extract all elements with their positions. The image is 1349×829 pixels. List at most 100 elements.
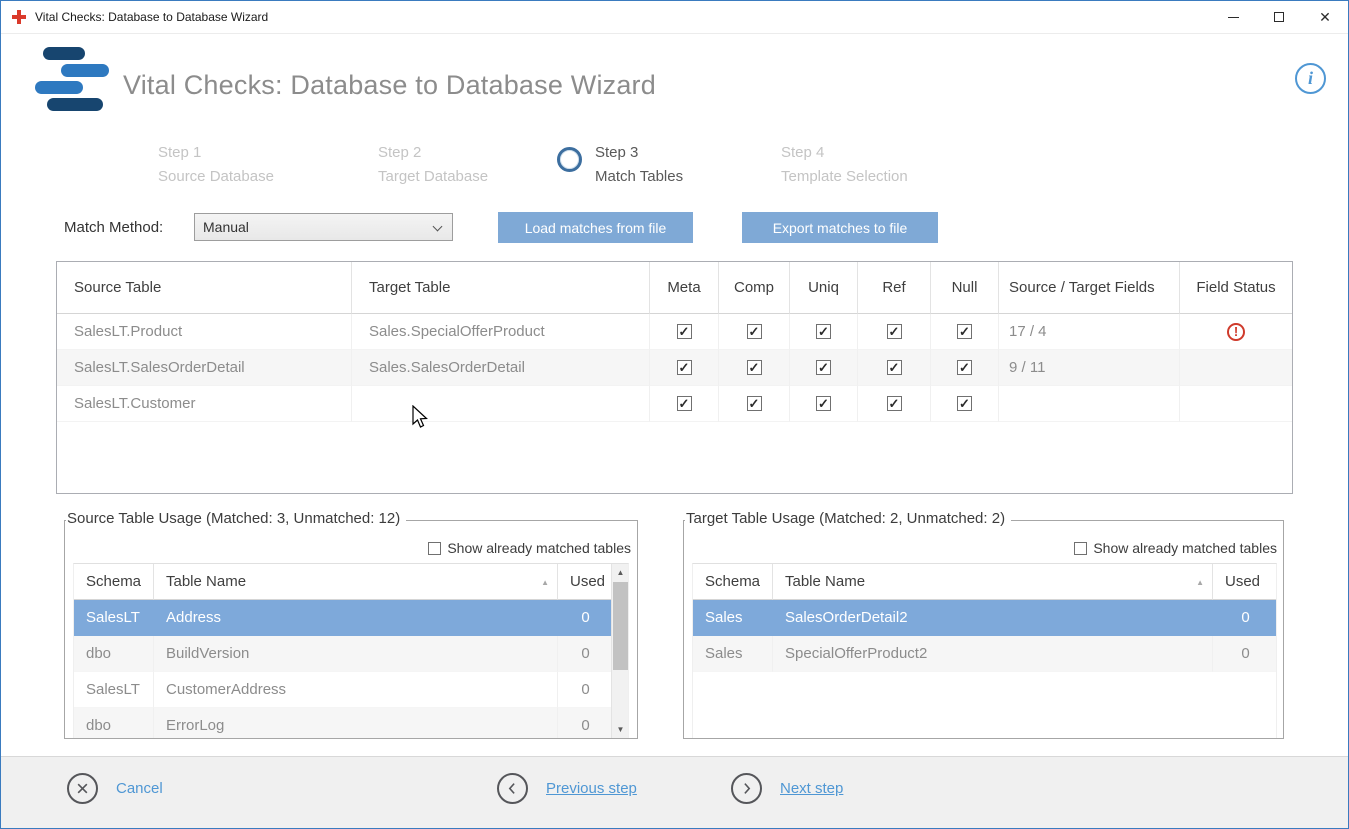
- scroll-down-icon[interactable]: ▼: [612, 721, 629, 738]
- match-method-dropdown[interactable]: Manual: [194, 213, 453, 241]
- step-4: Step 4 Template Selection: [781, 141, 908, 189]
- chevron-down-icon: [433, 222, 443, 232]
- col-uniq[interactable]: Uniq: [790, 262, 858, 314]
- previous-step-button[interactable]: Previous step: [497, 772, 637, 804]
- source-usage-title: Source Table Usage (Matched: 3, Unmatche…: [66, 510, 406, 527]
- null-checkbox[interactable]: [957, 360, 972, 375]
- target-table-cell[interactable]: Sales.SalesOrderDetail: [352, 350, 650, 386]
- schema-cell: Sales: [693, 600, 773, 636]
- meta-checkbox[interactable]: [677, 396, 692, 411]
- cancel-button[interactable]: Cancel: [67, 772, 163, 804]
- table-row[interactable]: SalesLT.Product Sales.SpecialOfferProduc…: [57, 314, 1292, 350]
- col-target-table[interactable]: Target Table: [352, 262, 650, 314]
- scrollbar-thumb[interactable]: [613, 582, 628, 670]
- step-label: Match Tables: [595, 165, 683, 189]
- table-row[interactable]: SalesLT.SalesOrderDetail Sales.SalesOrde…: [57, 350, 1292, 386]
- col-source-target-fields[interactable]: Source / Target Fields: [999, 262, 1180, 314]
- list-item[interactable]: SalesLT Address 0: [74, 600, 613, 636]
- match-table: Source Table Target Table Meta Comp Uniq…: [56, 261, 1293, 494]
- target-usage-panel: Target Table Usage (Matched: 2, Unmatche…: [683, 520, 1284, 739]
- col-null[interactable]: Null: [931, 262, 999, 314]
- source-table-cell[interactable]: SalesLT.Customer: [57, 386, 352, 422]
- uniq-checkbox[interactable]: [816, 324, 831, 339]
- meta-checkbox[interactable]: [677, 360, 692, 375]
- list-item[interactable]: dbo BuildVersion 0: [74, 636, 613, 672]
- chevron-left-icon: [497, 773, 528, 804]
- ref-checkbox[interactable]: [887, 360, 902, 375]
- target-table-cell[interactable]: Sales.SpecialOfferProduct: [352, 314, 650, 350]
- maximize-icon: [1274, 12, 1284, 22]
- table-name-cell: SpecialOfferProduct2: [773, 636, 1213, 672]
- ref-checkbox[interactable]: [887, 396, 902, 411]
- used-cell: 0: [558, 672, 613, 708]
- table-name-cell: SalesOrderDetail2: [773, 600, 1213, 636]
- field-status-cell: [1180, 350, 1292, 386]
- schema-cell: Sales: [693, 636, 773, 672]
- col-ref[interactable]: Ref: [858, 262, 931, 314]
- uniq-checkbox[interactable]: [816, 360, 831, 375]
- show-matched-checkbox[interactable]: [1074, 542, 1087, 555]
- app-icon: [11, 9, 27, 25]
- target-table-cell[interactable]: [352, 386, 650, 422]
- match-method-label: Match Method:: [64, 219, 163, 236]
- title-bar: Vital Checks: Database to Database Wizar…: [1, 1, 1348, 34]
- next-step-button[interactable]: Next step: [731, 772, 843, 804]
- step-number: Step 2: [378, 141, 488, 165]
- scroll-up-icon[interactable]: ▲: [612, 564, 629, 581]
- show-matched-checkbox[interactable]: [428, 542, 441, 555]
- current-step-icon: [557, 147, 582, 172]
- load-matches-button[interactable]: Load matches from file: [498, 212, 693, 243]
- usage-table-header: Schema Table Name ▲ Used: [693, 564, 1277, 600]
- table-name-cell: ErrorLog: [154, 708, 558, 738]
- target-usage-table: Schema Table Name ▲ Used Sales SalesOrde…: [692, 563, 1277, 738]
- step-1: Step 1 Source Database: [158, 141, 274, 189]
- used-cell: 0: [558, 600, 613, 636]
- list-item[interactable]: Sales SalesOrderDetail2 0: [693, 600, 1277, 636]
- list-item[interactable]: Sales SpecialOfferProduct2 0: [693, 636, 1277, 672]
- null-checkbox[interactable]: [957, 396, 972, 411]
- cancel-circle-icon: [67, 773, 98, 804]
- list-item[interactable]: dbo ErrorLog 0: [74, 708, 613, 738]
- minimize-icon: [1228, 17, 1239, 18]
- null-checkbox[interactable]: [957, 324, 972, 339]
- schema-cell: dbo: [74, 636, 154, 672]
- col-used[interactable]: Used: [1213, 564, 1277, 600]
- col-meta[interactable]: Meta: [650, 262, 719, 314]
- list-item[interactable]: SalesLT CustomerAddress 0: [74, 672, 613, 708]
- col-comp[interactable]: Comp: [719, 262, 790, 314]
- col-table-name[interactable]: Table Name ▲: [154, 564, 558, 600]
- source-table-cell[interactable]: SalesLT.Product: [57, 314, 352, 350]
- comp-checkbox[interactable]: [747, 324, 762, 339]
- minimize-button[interactable]: [1210, 1, 1256, 33]
- info-icon[interactable]: i: [1295, 63, 1326, 94]
- table-row[interactable]: SalesLT.Customer: [57, 386, 1292, 422]
- comp-checkbox[interactable]: [747, 396, 762, 411]
- previous-step-label: Previous step: [546, 780, 637, 797]
- close-button[interactable]: ✕: [1302, 1, 1348, 33]
- col-used[interactable]: Used: [558, 564, 613, 600]
- used-cell: 0: [1213, 600, 1277, 636]
- source-usage-table: Schema Table Name ▲ Used SalesLT Address…: [73, 563, 629, 738]
- col-field-status[interactable]: Field Status: [1180, 262, 1292, 314]
- table-name-cell: BuildVersion: [154, 636, 558, 672]
- uniq-checkbox[interactable]: [816, 396, 831, 411]
- col-schema[interactable]: Schema: [74, 564, 154, 600]
- meta-checkbox[interactable]: [677, 324, 692, 339]
- field-status-cell: [1180, 314, 1292, 350]
- show-matched-toggle[interactable]: Show already matched tables: [428, 540, 631, 556]
- show-matched-label: Show already matched tables: [447, 540, 631, 556]
- usage-table-header: Schema Table Name ▲ Used: [74, 564, 613, 600]
- source-table-cell[interactable]: SalesLT.SalesOrderDetail: [57, 350, 352, 386]
- ref-checkbox[interactable]: [887, 324, 902, 339]
- col-source-table[interactable]: Source Table: [57, 262, 352, 314]
- maximize-button[interactable]: [1256, 1, 1302, 33]
- comp-checkbox[interactable]: [747, 360, 762, 375]
- show-matched-toggle[interactable]: Show already matched tables: [1074, 540, 1277, 556]
- export-matches-button[interactable]: Export matches to file: [742, 212, 938, 243]
- vertical-scrollbar[interactable]: ▲ ▼: [611, 564, 628, 738]
- page-title: Vital Checks: Database to Database Wizar…: [123, 70, 656, 101]
- col-schema[interactable]: Schema: [693, 564, 773, 600]
- error-icon[interactable]: [1227, 323, 1245, 341]
- col-table-name[interactable]: Table Name ▲: [773, 564, 1213, 600]
- step-label: Source Database: [158, 165, 274, 189]
